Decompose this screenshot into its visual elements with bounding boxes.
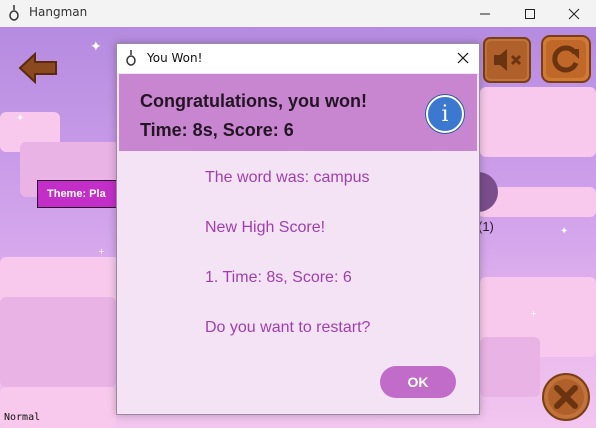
maximize-icon	[525, 8, 535, 19]
restart-prompt: Do you want to restart?	[205, 319, 371, 336]
high-score-entry: 1. Time: 8s, Score: 6	[205, 269, 352, 286]
restart-icon	[541, 35, 591, 83]
win-dialog: You Won! Congratulations, you won! Time:…	[116, 43, 480, 415]
arrow-left-icon	[18, 51, 57, 85]
noose-icon	[125, 50, 137, 70]
theme-label: Theme: Pla	[37, 180, 127, 208]
noose-icon	[8, 5, 20, 25]
minimize-icon	[480, 13, 490, 14]
dialog-heading: Congratulations, you won! Time: 8s, Scor…	[140, 87, 367, 145]
close-icon	[457, 52, 469, 64]
hint-count: (1)	[478, 219, 494, 234]
dialog-title: You Won!	[147, 51, 203, 65]
high-score-text: New High Score!	[205, 219, 326, 236]
ok-button[interactable]: OK	[380, 366, 456, 398]
dialog-titlebar: You Won!	[117, 44, 479, 73]
cloud	[480, 337, 540, 397]
cloud	[480, 87, 596, 157]
speaker-muted-icon	[483, 37, 531, 83]
close-icon	[568, 8, 580, 19]
difficulty-label: Normal	[4, 412, 41, 423]
mute-button[interactable]	[483, 37, 531, 83]
word-reveal-text: The word was: campus	[205, 169, 370, 186]
dialog-close-button[interactable]	[451, 47, 475, 69]
window-title: Hangman	[29, 5, 88, 19]
minimize-button[interactable]	[463, 0, 507, 27]
close-circle-icon	[542, 373, 590, 421]
info-icon: i	[426, 95, 464, 133]
heading-score: Time: 8s, Score: 6	[140, 120, 294, 140]
star: ✦	[560, 226, 569, 237]
close-button[interactable]	[552, 0, 596, 27]
heading-congrats: Congratulations, you won!	[140, 91, 367, 111]
dialog-header: Congratulations, you won! Time: 8s, Scor…	[119, 74, 477, 151]
cloud	[0, 297, 116, 387]
restart-button[interactable]	[541, 35, 591, 83]
back-button[interactable]	[18, 51, 58, 88]
maximize-button[interactable]	[508, 0, 552, 27]
star: +	[530, 309, 537, 318]
window-titlebar: Hangman	[0, 0, 596, 27]
star: ✦	[90, 39, 102, 55]
star: ✦	[16, 113, 25, 124]
quit-button[interactable]	[541, 372, 591, 422]
star: +	[98, 247, 105, 256]
